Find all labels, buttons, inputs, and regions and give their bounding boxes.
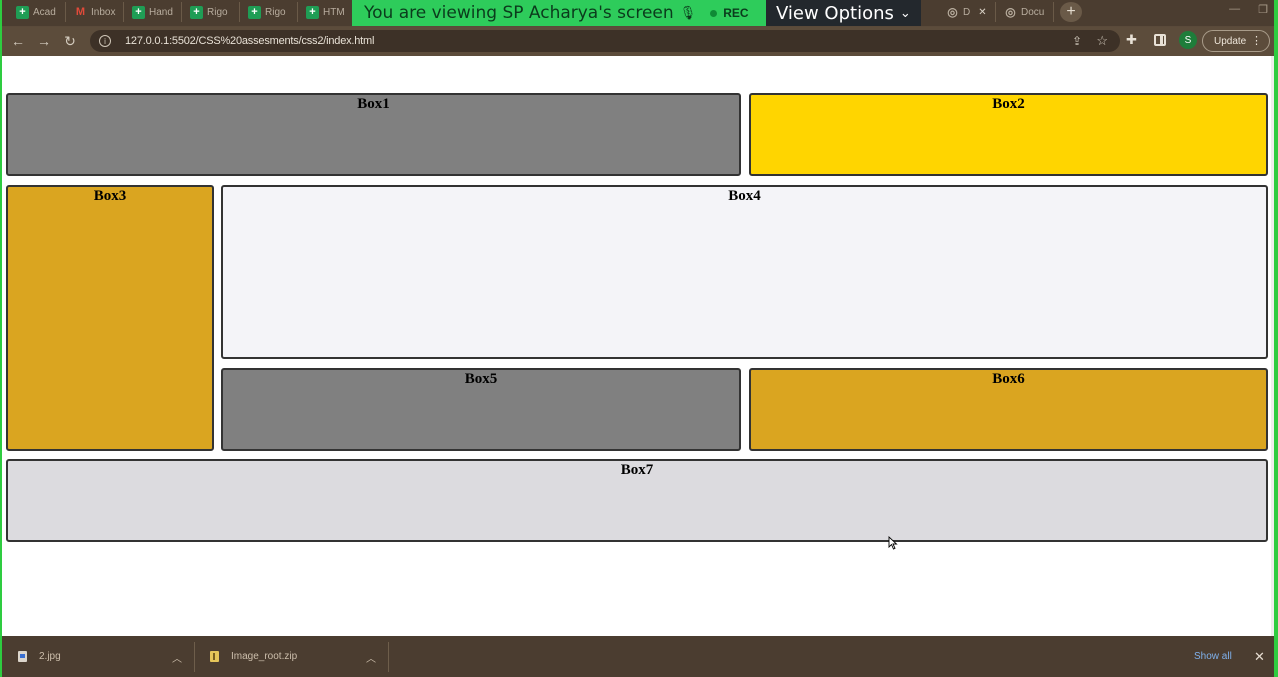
tab-title: HTM: [323, 6, 345, 18]
tab-title: Inbox: [91, 6, 116, 18]
page-viewport: Box1 Box2 Box3 Box4 Box5 Box6 Box7: [2, 56, 1271, 636]
view-options-button[interactable]: View Options ⌄: [766, 0, 921, 26]
chevron-up-icon[interactable]: ︿: [172, 650, 182, 665]
minimize-icon[interactable]: —: [1229, 3, 1240, 16]
share-icon[interactable]: ⇪: [1072, 34, 1082, 48]
download-shelf: 2.jpg ︿ Image_root.zip ︿ Show all ✕: [2, 636, 1274, 677]
box2: Box2: [749, 93, 1268, 176]
chevron-down-icon: ⌄: [899, 5, 911, 21]
browser-tab[interactable]: + HTM: [298, 2, 354, 22]
box6: Box6: [749, 368, 1268, 451]
box7: Box7: [6, 459, 1268, 542]
forward-arrow-icon[interactable]: →: [34, 32, 54, 50]
box2-label: Box2: [992, 96, 1025, 112]
browser-tab-active[interactable]: ◎ D ✕: [938, 2, 996, 22]
reload-icon[interactable]: ↻: [60, 32, 80, 50]
box1-label: Box1: [357, 96, 390, 112]
back-arrow-icon[interactable]: ←: [8, 32, 28, 50]
gmail-icon: M: [75, 6, 86, 18]
show-all-link[interactable]: Show all: [1194, 651, 1232, 662]
browser-tab[interactable]: ◎ Docu: [996, 2, 1054, 22]
profile-avatar[interactable]: S: [1179, 31, 1197, 49]
browser-tab[interactable]: M Inbox: [66, 2, 124, 22]
mouse-cursor-icon: [888, 536, 898, 550]
rec-label: REC: [723, 6, 749, 20]
update-button[interactable]: Update ⋮: [1202, 30, 1270, 52]
download-filename: Image_root.zip: [231, 651, 298, 662]
side-panel-icon[interactable]: [1154, 34, 1166, 46]
sheets-icon: +: [248, 5, 261, 19]
divider: [388, 642, 389, 672]
close-tab-icon[interactable]: ✕: [978, 7, 986, 18]
sheets-icon: +: [16, 5, 29, 19]
image-file-icon: [18, 651, 27, 662]
screen-share-text: You are viewing SP Acharya's screen: [364, 3, 674, 23]
vertical-scrollbar[interactable]: [1271, 56, 1274, 636]
tab-title: Docu: [1021, 6, 1045, 18]
mic-muted-icon[interactable]: 🎙: [680, 5, 697, 21]
zip-file-icon: [210, 651, 219, 662]
browser-tab[interactable]: + Rigo: [182, 2, 240, 22]
sheets-icon: +: [190, 5, 203, 19]
box3-label: Box3: [93, 188, 127, 204]
tab-title: Hand: [149, 6, 173, 18]
globe-icon: ◎: [947, 5, 958, 19]
restore-icon[interactable]: ❐: [1258, 3, 1268, 16]
site-info-icon[interactable]: i: [99, 35, 111, 47]
browser-tab[interactable]: + Hand: [124, 2, 182, 22]
address-bar[interactable]: i 127.0.0.1:5502/CSS%20assesments/css2/i…: [90, 30, 1120, 52]
browser-toolbar: ← → ↻ i 127.0.0.1:5502/CSS%20assesments/…: [2, 27, 1274, 56]
download-item[interactable]: 2.jpg: [18, 636, 178, 677]
box7-label: Box7: [620, 462, 654, 478]
chevron-up-icon[interactable]: ︿: [366, 650, 376, 665]
recording-dot-icon: [710, 9, 718, 17]
divider: [194, 642, 195, 672]
url-text: 127.0.0.1:5502/CSS%20assesments/css2/ind…: [125, 35, 375, 47]
sheets-icon: +: [132, 5, 145, 19]
sheets-icon: +: [306, 5, 319, 19]
view-options-label: View Options: [776, 2, 894, 24]
tab-title: Rigo: [207, 6, 228, 18]
tab-title: Acad: [33, 6, 56, 18]
box5: Box5: [221, 368, 741, 451]
menu-dots-icon[interactable]: ⋮: [1251, 34, 1262, 47]
close-icon[interactable]: ✕: [1254, 649, 1265, 665]
box3: Box3: [6, 185, 214, 451]
window-controls: — ❐: [1229, 3, 1268, 16]
tab-title: Rigo: [265, 6, 286, 18]
download-item[interactable]: Image_root.zip: [210, 636, 360, 677]
download-filename: 2.jpg: [39, 651, 61, 662]
box5-label: Box5: [464, 371, 498, 387]
screen-share-banner: You are viewing SP Acharya's screen 🎙 RE…: [352, 0, 766, 26]
box6-label: Box6: [992, 371, 1025, 387]
box4-label: Box4: [728, 188, 761, 204]
update-label: Update: [1214, 35, 1247, 47]
browser-tab[interactable]: + Rigo: [240, 2, 298, 22]
browser-tab[interactable]: + Acad: [8, 2, 66, 22]
box4: Box4: [221, 185, 1268, 359]
tab-title: D: [963, 6, 971, 18]
box1: Box1: [6, 93, 741, 176]
globe-icon: ◎: [1005, 5, 1016, 19]
bookmark-star-icon[interactable]: ☆: [1096, 33, 1108, 49]
new-tab-button[interactable]: +: [1060, 2, 1082, 22]
extensions-puzzle-icon[interactable]: ✚: [1126, 32, 1137, 48]
